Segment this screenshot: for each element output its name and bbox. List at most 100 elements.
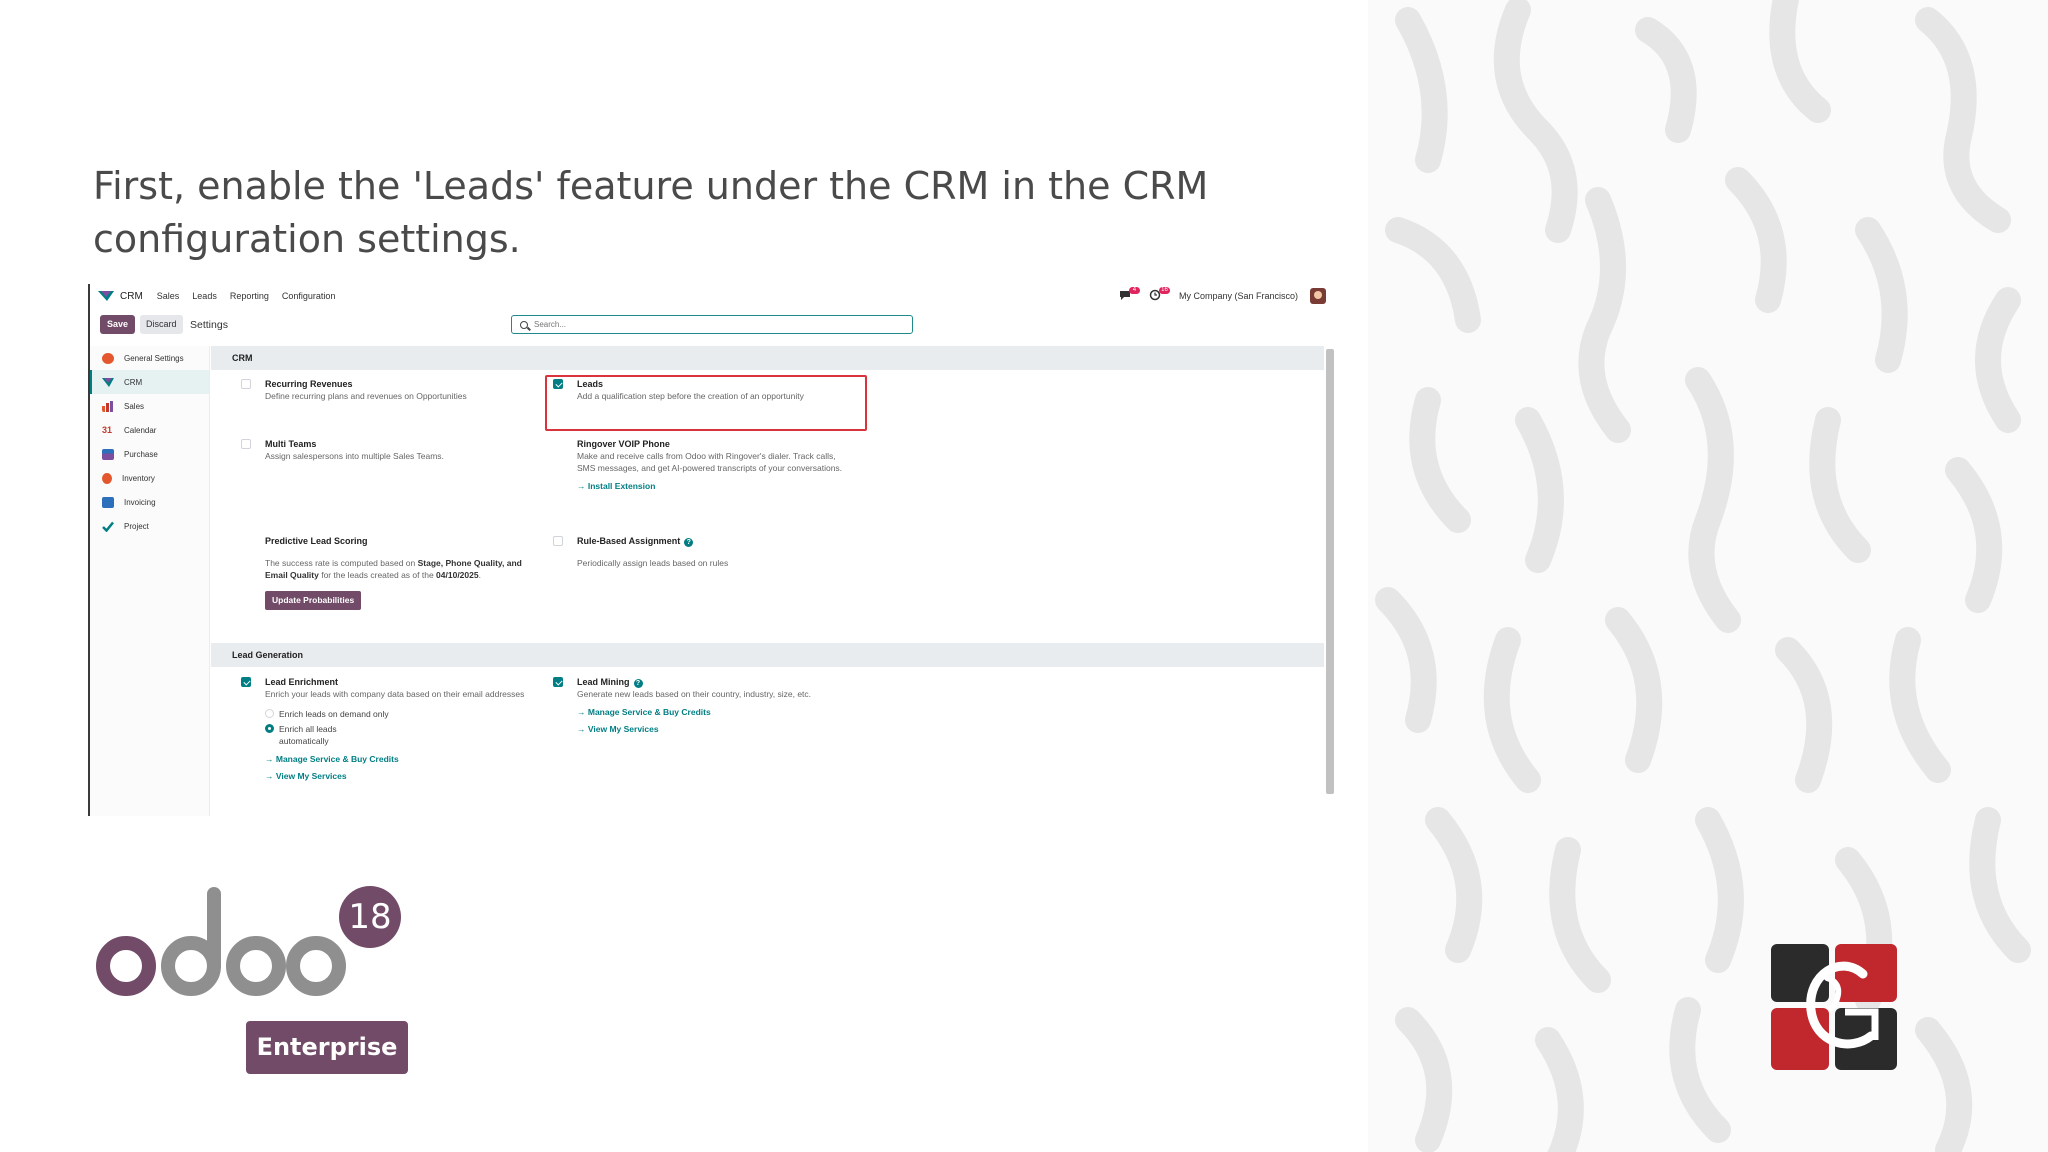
odoo-logo: [96, 887, 346, 996]
brand-logo: [1771, 944, 1897, 1070]
setting-title-text: Lead Mining: [577, 677, 630, 687]
setting-title: Rule-Based Assignment?: [577, 535, 853, 547]
project-icon: [102, 521, 114, 532]
slide: First, enable the 'Leads' feature under …: [0, 0, 2048, 1152]
help-icon[interactable]: ?: [684, 538, 694, 547]
sidebar-item-calendar[interactable]: 31 Calendar: [90, 418, 209, 442]
setting-title: Lead Mining?: [577, 676, 853, 688]
radio-label: Enrich leads on demand only: [279, 709, 389, 719]
user-avatar[interactable]: [1310, 288, 1326, 304]
radio-enrich-on-demand[interactable]: Enrich leads on demand only: [265, 708, 531, 720]
search-input[interactable]: [534, 320, 894, 329]
app-name[interactable]: CRM: [120, 291, 143, 302]
enterprise-badge: Enterprise: [246, 1021, 408, 1074]
multi-teams-checkbox[interactable]: [241, 439, 251, 449]
setting-lead-enrichment: Lead Enrichment Enrich your leads with c…: [241, 676, 531, 785]
search-box[interactable]: [511, 315, 913, 334]
version-badge: 18: [339, 886, 401, 948]
setting-description: Define recurring plans and revenues on O…: [265, 391, 467, 401]
sidebar-item-inventory[interactable]: Inventory: [90, 466, 209, 490]
setting-title: Recurring Revenues: [265, 379, 353, 389]
sidebar-item-invoicing[interactable]: Invoicing: [90, 490, 209, 514]
manage-service-link[interactable]: → Manage Service & Buy Credits: [577, 704, 853, 721]
control-panel: Save Discard Settings: [90, 314, 1336, 338]
activity-button[interactable]: 16: [1149, 287, 1170, 303]
desc-text: The success rate is computed based on: [265, 558, 418, 568]
slide-headline: First, enable the 'Leads' feature under …: [93, 164, 1209, 261]
sidebar-item-project[interactable]: Project: [90, 514, 209, 538]
radio-button[interactable]: [265, 709, 274, 718]
setting-description: Periodically assign leads based on rules: [577, 558, 729, 568]
setting-ringover-voip: Ringover VOIP Phone Make and receive cal…: [553, 438, 843, 495]
menu-configuration[interactable]: Configuration: [282, 291, 336, 301]
purchase-icon: [102, 448, 114, 460]
view-my-services-link[interactable]: → View My Services: [577, 721, 853, 738]
company-switcher[interactable]: My Company (San Francisco): [1179, 291, 1298, 301]
sales-icon: [102, 400, 113, 412]
lead-mining-checkbox[interactable]: [553, 677, 563, 687]
top-navbar: CRM Sales Leads Reporting Configuration …: [90, 284, 1336, 308]
setting-description: Generate new leads based on their countr…: [577, 689, 812, 699]
install-extension-link[interactable]: → Install Extension: [577, 478, 843, 495]
sidebar-item-label: Purchase: [124, 449, 158, 459]
sidebar-item-label: Sales: [124, 401, 145, 411]
sidebar-item-crm[interactable]: CRM: [90, 370, 209, 394]
setting-description: Assign salespersons into multiple Sales …: [265, 451, 444, 461]
chat-badge: 4: [1128, 287, 1140, 294]
rule-based-assignment-checkbox[interactable]: [553, 536, 563, 546]
leads-highlight-box: [545, 375, 867, 431]
radio-button[interactable]: [265, 724, 274, 733]
chat-button[interactable]: 4: [1119, 287, 1140, 303]
view-my-services-link[interactable]: → View My Services: [265, 768, 531, 785]
discard-button[interactable]: Discard: [140, 315, 183, 334]
activity-badge: 16: [1158, 287, 1170, 294]
menu-reporting[interactable]: Reporting: [230, 291, 269, 301]
setting-description: Enrich your leads with company data base…: [265, 689, 525, 699]
settings-icon: [102, 352, 114, 364]
section-header-crm: CRM: [211, 346, 1324, 370]
calendar-icon: 31: [102, 424, 113, 435]
save-button[interactable]: Save: [100, 315, 136, 334]
setting-title: Predictive Lead Scoring: [265, 536, 368, 546]
desc-text: .: [478, 570, 481, 580]
breadcrumb: Settings: [190, 319, 228, 331]
desc-bold-date: 04/10/2025: [436, 570, 479, 580]
sidebar-item-purchase[interactable]: Purchase: [90, 442, 209, 466]
inventory-icon: [102, 472, 112, 484]
menu-sales[interactable]: Sales: [157, 291, 180, 301]
sidebar-item-label: Inventory: [122, 473, 155, 483]
setting-title: Lead Enrichment: [265, 677, 339, 687]
crm-icon: [102, 377, 114, 387]
sidebar-item-label: General Settings: [124, 353, 184, 363]
menu-leads[interactable]: Leads: [192, 291, 217, 301]
setting-predictive-lead-scoring: Predictive Lead Scoring The success rate…: [241, 535, 531, 610]
setting-multi-teams: Multi Teams Assign salespersons into mul…: [241, 438, 541, 462]
manage-service-link[interactable]: → Manage Service & Buy Credits: [265, 751, 531, 768]
setting-description: The success rate is computed based on St…: [265, 557, 531, 581]
update-probabilities-button[interactable]: Update Probabilities: [265, 591, 362, 610]
setting-title: Ringover VOIP Phone: [577, 439, 670, 449]
section-header-lead-generation: Lead Generation: [211, 643, 1324, 667]
setting-title: Multi Teams: [265, 439, 317, 449]
sidebar-item-label: Invoicing: [124, 497, 156, 507]
settings-sidebar: General Settings CRM Sales 31 Calendar P…: [90, 346, 210, 816]
recurring-revenues-checkbox[interactable]: [241, 379, 251, 389]
setting-recurring-revenues: Recurring Revenues Define recurring plan…: [241, 378, 541, 402]
crm-app-icon[interactable]: [98, 290, 114, 302]
sidebar-item-general-settings[interactable]: General Settings: [90, 346, 209, 370]
setting-description: Make and receive calls from Odoo with Ri…: [577, 451, 843, 473]
desc-text: for the leads created as of the: [318, 570, 437, 580]
content-scrollbar[interactable]: [1326, 349, 1334, 794]
radio-enrich-automatically[interactable]: Enrich all leads automatically: [265, 723, 375, 747]
invoicing-icon: [102, 496, 114, 508]
sidebar-item-label: Calendar: [124, 425, 157, 435]
setting-rule-based-assignment: Rule-Based Assignment? Periodically assi…: [553, 535, 853, 569]
sidebar-item-sales[interactable]: Sales: [90, 394, 209, 418]
decorative-pattern: [1368, 0, 2048, 1152]
sidebar-item-label: Project: [124, 521, 149, 531]
search-icon: [520, 320, 528, 329]
lead-enrichment-checkbox[interactable]: [241, 677, 251, 687]
help-icon[interactable]: ?: [633, 679, 643, 688]
setting-title-text: Rule-Based Assignment: [577, 536, 681, 546]
odoo-settings-screenshot: CRM Sales Leads Reporting Configuration …: [88, 284, 1336, 816]
